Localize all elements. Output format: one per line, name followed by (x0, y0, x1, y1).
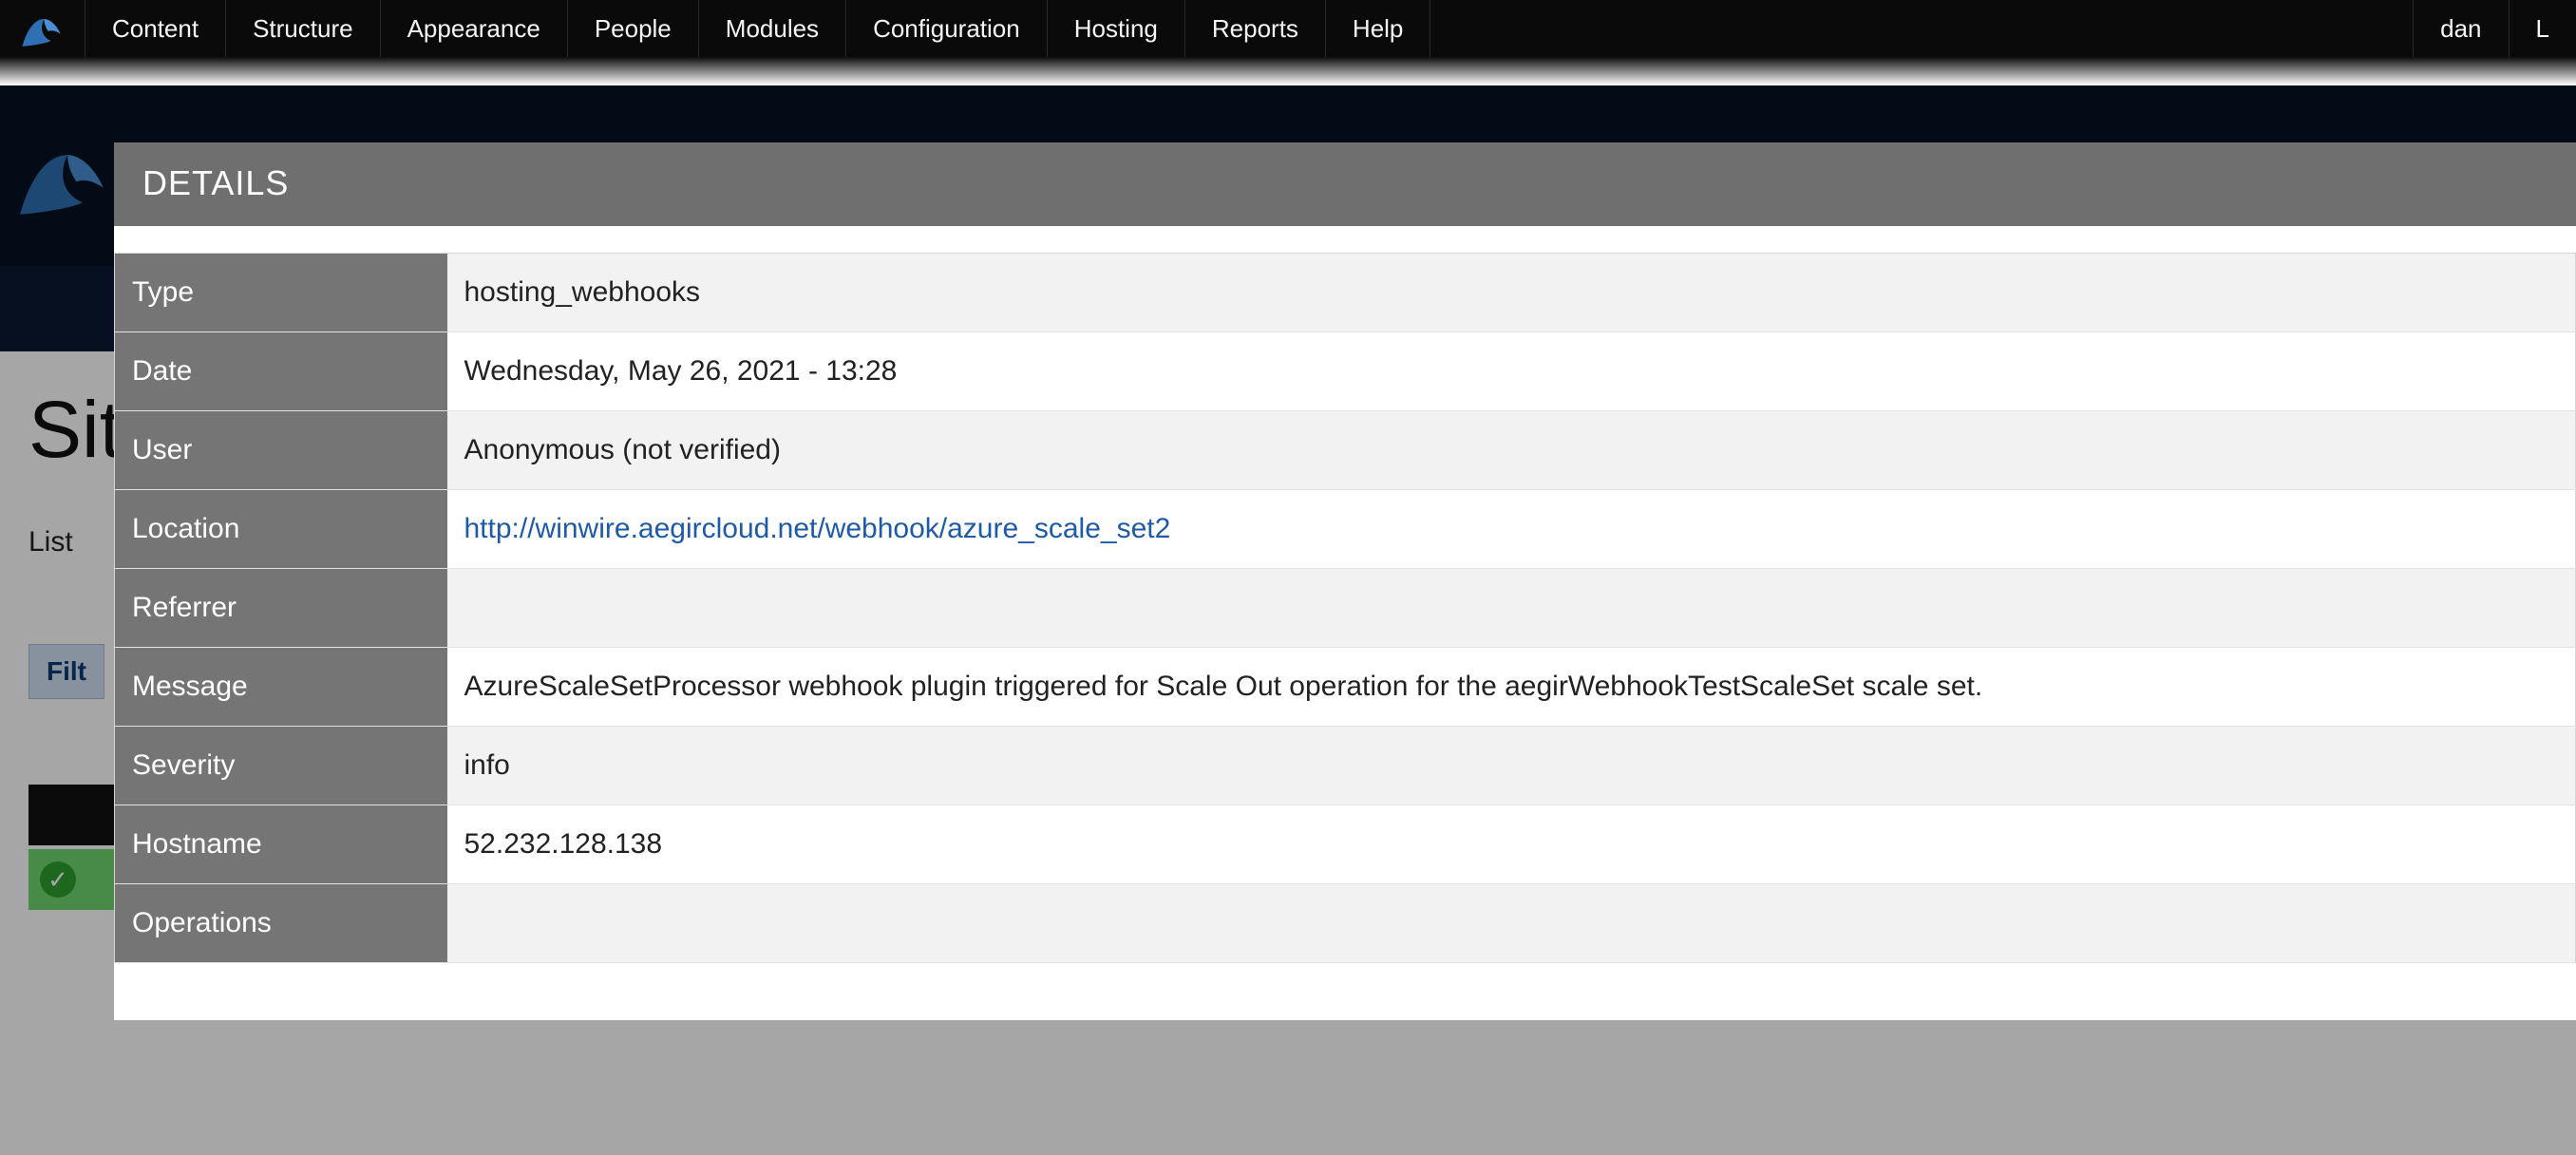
modal-body: Type hosting_webhooks Date Wednesday, Ma… (114, 226, 2576, 1020)
label-referrer: Referrer (115, 569, 447, 648)
toolbar-shadow (0, 57, 2576, 85)
label-date: Date (115, 332, 447, 411)
row-date: Date Wednesday, May 26, 2021 - 13:28 (115, 332, 2576, 411)
value-location: http://winwire.aegircloud.net/webhook/az… (447, 490, 2576, 569)
label-hostname: Hostname (115, 805, 447, 884)
menu-structure[interactable]: Structure (226, 0, 381, 57)
admin-toolbar: Content Structure Appearance People Modu… (0, 0, 2576, 57)
row-severity: Severity info (115, 727, 2576, 805)
modal-title: DETAILS (114, 142, 2576, 226)
row-hostname: Hostname 52.232.128.138 (115, 805, 2576, 884)
aegir-logo-icon (21, 7, 65, 50)
menu-content[interactable]: Content (85, 0, 226, 57)
value-date: Wednesday, May 26, 2021 - 13:28 (447, 332, 2576, 411)
details-modal: DETAILS Type hosting_webhooks Date Wedne… (114, 142, 2576, 1020)
label-type: Type (115, 254, 447, 332)
site-logo-icon (17, 128, 112, 223)
label-location: Location (115, 490, 447, 569)
value-type: hosting_webhooks (447, 254, 2576, 332)
admin-menu: Content Structure Appearance People Modu… (85, 0, 2413, 57)
location-link[interactable]: http://winwire.aegircloud.net/webhook/az… (464, 513, 1171, 544)
value-user: Anonymous (not verified) (447, 411, 2576, 490)
menu-help[interactable]: Help (1326, 0, 1430, 57)
label-severity: Severity (115, 727, 447, 805)
value-severity: info (447, 727, 2576, 805)
menu-modules[interactable]: Modules (699, 0, 846, 57)
row-referrer: Referrer (115, 569, 2576, 648)
filter-button[interactable]: Filt (28, 644, 104, 699)
value-referrer (447, 569, 2576, 648)
details-table: Type hosting_webhooks Date Wednesday, Ma… (114, 253, 2576, 963)
label-message: Message (115, 648, 447, 727)
menu-reports[interactable]: Reports (1185, 0, 1326, 57)
row-location: Location http://winwire.aegircloud.net/w… (115, 490, 2576, 569)
menu-people[interactable]: People (568, 0, 699, 57)
label-operations: Operations (115, 884, 447, 963)
row-user: User Anonymous (not verified) (115, 411, 2576, 490)
admin-toolbar-right: dan L (2413, 0, 2576, 57)
value-message: AzureScaleSetProcessor webhook plugin tr… (447, 648, 2576, 727)
row-type: Type hosting_webhooks (115, 254, 2576, 332)
menu-configuration[interactable]: Configuration (846, 0, 1048, 57)
home-icon[interactable] (0, 0, 85, 57)
user-extra[interactable]: L (2509, 0, 2576, 57)
value-hostname: 52.232.128.138 (447, 805, 2576, 884)
menu-appearance[interactable]: Appearance (381, 0, 568, 57)
menu-hosting[interactable]: Hosting (1048, 0, 1185, 57)
value-operations (447, 884, 2576, 963)
row-operations: Operations (115, 884, 2576, 963)
check-icon: ✓ (40, 862, 76, 898)
row-message: Message AzureScaleSetProcessor webhook p… (115, 648, 2576, 727)
user-menu[interactable]: dan (2413, 0, 2508, 57)
label-user: User (115, 411, 447, 490)
